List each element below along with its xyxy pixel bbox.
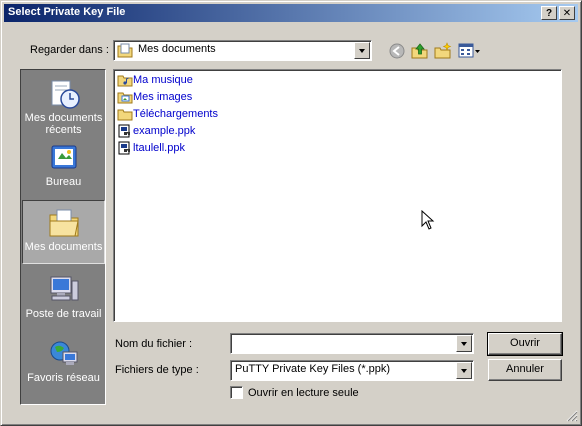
up-folder-icon[interactable]: [411, 42, 429, 60]
mouse-pointer-icon: [421, 210, 435, 230]
resize-grip-icon[interactable]: [566, 410, 578, 422]
filename-dropdown-arrow[interactable]: [456, 335, 472, 352]
file-name: Ma musique: [133, 74, 193, 86]
cancel-button[interactable]: Annuler: [488, 359, 562, 381]
my-documents-small-icon: [117, 43, 133, 58]
place-label: Favoris réseau: [27, 372, 100, 384]
lookin-value: Mes documents: [138, 43, 216, 55]
network-places-icon: [50, 341, 77, 365]
desktop-icon: [51, 145, 76, 169]
filetype-combo[interactable]: PuTTY Private Key Files (*.ppk): [230, 360, 474, 381]
place-label: Mes documents: [24, 241, 103, 253]
recent-documents-icon: [51, 80, 80, 109]
pictures-folder-icon: [117, 92, 133, 104]
window-title: Select Private Key File: [8, 6, 126, 18]
music-folder-icon: [117, 75, 133, 87]
filetype-dropdown-arrow[interactable]: [456, 362, 472, 379]
folder-icon: [117, 109, 133, 121]
ppk-key-file-icon: [118, 141, 130, 155]
place-my-documents[interactable]: Mes documents: [22, 200, 105, 264]
place-recent-documents[interactable]: Mes documents récents: [22, 72, 105, 136]
filetype-value: PuTTY Private Key Files (*.ppk): [235, 363, 391, 375]
file-name: Téléchargements: [133, 108, 218, 120]
file-name: ltaulell.ppk: [133, 142, 185, 154]
my-documents-icon: [49, 209, 79, 237]
place-label: Mes documents récents: [24, 112, 103, 136]
place-label: Bureau: [45, 176, 82, 188]
lookin-dropdown-arrow[interactable]: [354, 42, 370, 59]
readonly-label[interactable]: Ouvrir en lecture seule: [248, 387, 359, 399]
place-desktop[interactable]: Bureau: [22, 136, 105, 200]
lookin-combo[interactable]: Mes documents: [113, 40, 372, 61]
help-button[interactable]: ?: [541, 6, 557, 20]
file-name: example.ppk: [133, 125, 196, 137]
new-folder-icon[interactable]: [434, 42, 452, 60]
open-button[interactable]: Ouvrir: [487, 332, 563, 356]
ppk-key-file-icon: [118, 124, 130, 138]
my-computer-icon: [50, 276, 78, 301]
place-network[interactable]: Favoris réseau: [22, 332, 105, 396]
place-label: Poste de travail: [25, 308, 102, 320]
file-dialog: Select Private Key File ? ✕ Regarder dan…: [0, 0, 582, 426]
file-list[interactable]: Ma musique Mes images Téléchargements ex…: [113, 69, 562, 322]
filename-combo[interactable]: [230, 333, 474, 354]
filetype-label: Fichiers de type :: [115, 364, 199, 376]
close-button[interactable]: ✕: [559, 6, 575, 20]
title-bar[interactable]: Select Private Key File ? ✕: [4, 4, 578, 22]
file-name: Mes images: [133, 91, 193, 103]
lookin-label: Regarder dans :: [30, 44, 109, 56]
places-bar: Mes documents récents Bureau Mes documen…: [20, 69, 106, 405]
filename-label: Nom du fichier :: [115, 338, 193, 350]
place-my-computer[interactable]: Poste de travail: [22, 268, 105, 332]
readonly-checkbox[interactable]: [230, 386, 243, 399]
view-menu-icon[interactable]: [458, 42, 482, 60]
back-icon[interactable]: [388, 42, 406, 60]
